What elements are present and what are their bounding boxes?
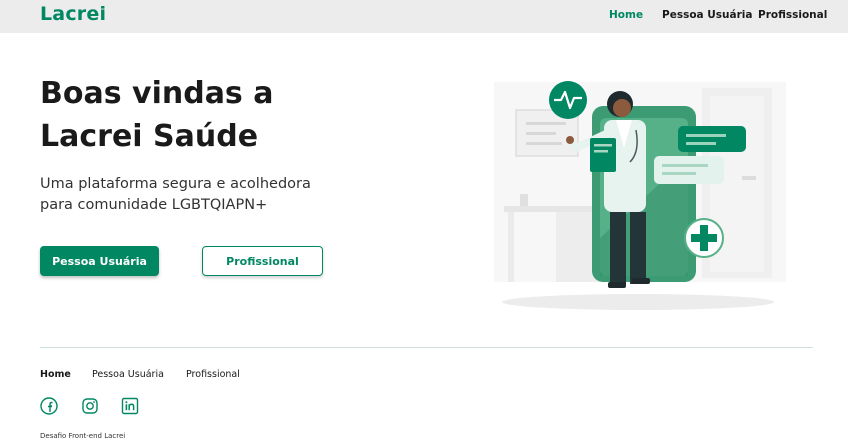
nav-pessoa-usuaria-link[interactable]: Pessoa Usuária bbox=[662, 9, 752, 21]
footer-divider bbox=[40, 347, 813, 348]
nav-profissional-link[interactable]: Profissional bbox=[758, 9, 827, 21]
hero-subtitle: Uma plataforma segura e acolhedora para … bbox=[40, 176, 311, 213]
copyright-text: Desafio Front-end Lacrei bbox=[40, 432, 126, 440]
instagram-icon[interactable] bbox=[81, 397, 99, 415]
hero-title: Boas vindas a Lacrei Saúde bbox=[40, 76, 274, 154]
facebook-icon[interactable] bbox=[40, 397, 58, 415]
top-navbar: Lacrei Home Pessoa Usuária Profissional bbox=[0, 0, 848, 33]
pessoa-usuaria-button[interactable]: Pessoa Usuária bbox=[40, 246, 159, 276]
linkedin-icon[interactable] bbox=[121, 397, 139, 415]
nav-home-link[interactable]: Home bbox=[609, 9, 643, 21]
footer-home-link[interactable]: Home bbox=[40, 369, 71, 380]
footer-profissional-link[interactable]: Profissional bbox=[186, 369, 240, 380]
logo[interactable]: Lacrei bbox=[40, 3, 106, 25]
doctor-illustration bbox=[494, 81, 786, 310]
footer-pessoa-usuaria-link[interactable]: Pessoa Usuária bbox=[92, 369, 164, 380]
profissional-button[interactable]: Profissional bbox=[202, 246, 323, 276]
